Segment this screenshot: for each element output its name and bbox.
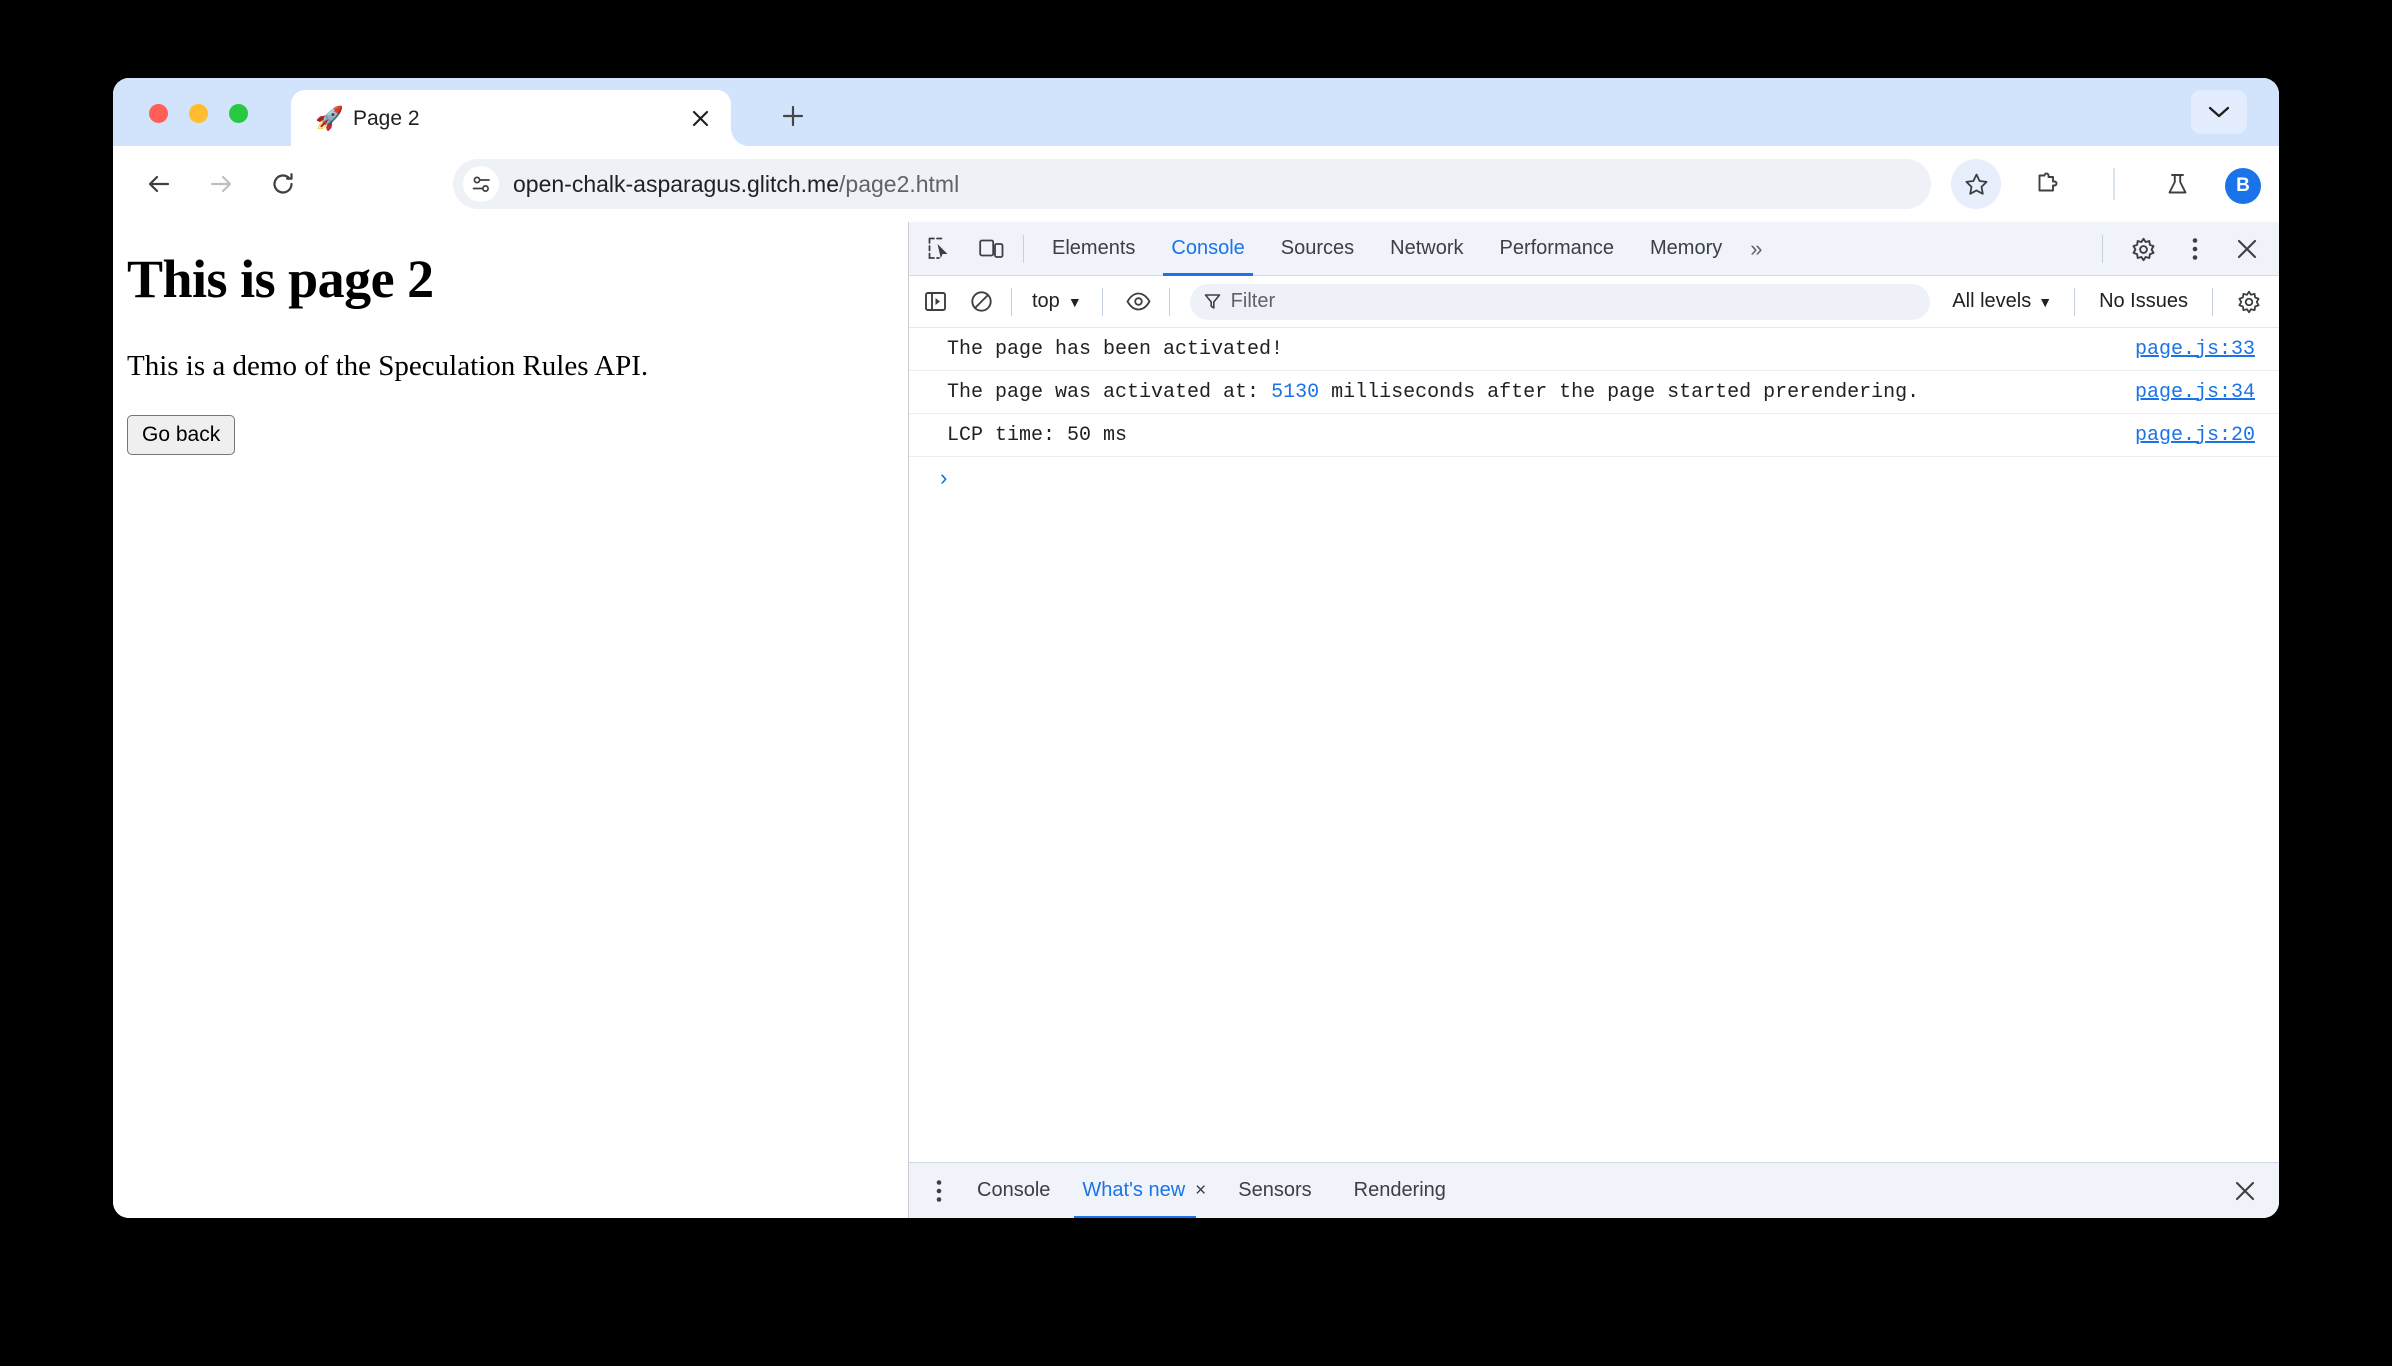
tab-memory[interactable]: Memory bbox=[1632, 222, 1740, 276]
minimize-window-button[interactable] bbox=[189, 104, 208, 123]
console-message-text: The page was activated at: 5130 millisec… bbox=[947, 380, 1920, 404]
devtools-panel: Elements Console Sources Network Perform… bbox=[908, 222, 2279, 1218]
browser-tab[interactable]: 🚀 Page 2 bbox=[291, 90, 749, 146]
console-message-text: LCP time: 50 ms bbox=[947, 423, 1128, 447]
rocket-icon: 🚀 bbox=[315, 105, 344, 131]
devtools-tabbar: Elements Console Sources Network Perform… bbox=[909, 222, 2279, 276]
divider bbox=[2212, 287, 2213, 316]
devtools-drawer: Console What's new × Sensors Rendering bbox=[909, 1162, 2279, 1218]
three-dots-vertical-icon[interactable] bbox=[917, 1169, 961, 1213]
console-message[interactable]: The page has been activated! page.js:33 bbox=[909, 328, 2279, 371]
chevron-down-icon[interactable] bbox=[2191, 90, 2247, 134]
tab-label: Memory bbox=[1650, 237, 1723, 259]
drawer-tab-sensors[interactable]: Sensors bbox=[1222, 1163, 1327, 1219]
drawer-tab-label: Console bbox=[977, 1179, 1051, 1201]
console-message-text: The page has been activated! bbox=[947, 337, 1284, 361]
url-host: open-chalk-asparagus.glitch.me bbox=[513, 170, 840, 197]
go-back-button[interactable]: Go back bbox=[127, 415, 236, 455]
page-paragraph: This is a demo of the Speculation Rules … bbox=[127, 350, 649, 382]
divider bbox=[1101, 287, 1103, 316]
drawer-tab-console[interactable]: Console bbox=[961, 1163, 1066, 1219]
url-text: open-chalk-asparagus.glitch.me/page2.htm… bbox=[513, 171, 959, 198]
page-title: This is page 2 bbox=[127, 249, 434, 309]
console-message-source[interactable]: page.js:34 bbox=[2135, 381, 2255, 404]
drawer-tab-label: Rendering bbox=[1353, 1179, 1446, 1201]
flask-icon[interactable] bbox=[2155, 162, 2199, 206]
reload-button[interactable] bbox=[261, 162, 305, 206]
log-levels-selector[interactable]: All levels ▼ bbox=[1940, 290, 2064, 313]
gear-icon[interactable] bbox=[2229, 282, 2269, 322]
tab-title: Page 2 bbox=[353, 107, 420, 130]
tab-label: Elements bbox=[1052, 237, 1136, 259]
window-controls bbox=[149, 104, 248, 123]
divider bbox=[1023, 234, 1024, 263]
issues-status[interactable]: No Issues bbox=[2085, 290, 2202, 313]
tab-performance[interactable]: Performance bbox=[1482, 222, 1633, 276]
gear-icon[interactable] bbox=[2121, 227, 2165, 271]
chevron-down-icon: ▼ bbox=[1067, 293, 1082, 310]
star-icon[interactable] bbox=[1951, 159, 2001, 209]
console-message[interactable]: LCP time: 50 ms page.js:20 bbox=[909, 414, 2279, 457]
divider bbox=[1011, 287, 1012, 316]
drawer-tab-rendering[interactable]: Rendering bbox=[1328, 1163, 1462, 1219]
context-label: top bbox=[1032, 290, 1060, 312]
page-viewport: This is page 2 This is a demo of the Spe… bbox=[113, 222, 908, 1218]
levels-label: All levels bbox=[1952, 290, 2032, 312]
tab-label: Performance bbox=[1499, 237, 1615, 259]
forward-button[interactable] bbox=[199, 162, 243, 206]
close-icon[interactable] bbox=[2227, 1173, 2263, 1209]
url-path: /page2.html bbox=[839, 170, 960, 197]
console-messages: The page has been activated! page.js:33 … bbox=[909, 328, 2279, 1162]
content-area: This is page 2 This is a demo of the Spe… bbox=[113, 222, 2279, 1218]
console-toolbar: top ▼ Filter All levels ▼ No Issues bbox=[909, 276, 2279, 328]
console-input-prompt[interactable]: › bbox=[909, 457, 2279, 501]
tab-label: Network bbox=[1390, 237, 1464, 259]
console-message-source[interactable]: page.js:20 bbox=[2135, 424, 2255, 447]
more-tabs-icon[interactable]: » bbox=[1740, 222, 1772, 276]
browser-window: 🚀 Page 2 open-chalk-asparagus.glitch.me/… bbox=[113, 78, 2279, 1218]
tab-console[interactable]: Console bbox=[1153, 222, 1262, 276]
divider bbox=[2102, 235, 2103, 263]
filter-input[interactable]: Filter bbox=[1189, 283, 1931, 320]
maximize-window-button[interactable] bbox=[229, 104, 248, 123]
filter-placeholder: Filter bbox=[1230, 290, 1276, 312]
divider bbox=[1168, 287, 1170, 316]
close-window-button[interactable] bbox=[149, 104, 168, 123]
divider bbox=[2074, 287, 2076, 316]
drawer-tab-label: Sensors bbox=[1238, 1179, 1312, 1201]
execution-context-selector[interactable]: top ▼ bbox=[1022, 290, 1092, 313]
drawer-tab-whats-new[interactable]: What's new × bbox=[1066, 1163, 1222, 1218]
eye-icon[interactable] bbox=[1119, 282, 1159, 322]
back-button[interactable] bbox=[137, 162, 181, 206]
new-tab-button[interactable] bbox=[773, 96, 813, 136]
prompt-caret: › bbox=[937, 466, 951, 492]
tab-label: Console bbox=[1171, 237, 1245, 259]
site-settings-icon[interactable] bbox=[463, 166, 499, 202]
close-icon[interactable]: × bbox=[1195, 1180, 1206, 1202]
toolbar-divider bbox=[2113, 168, 2115, 200]
console-sidebar-icon[interactable] bbox=[915, 282, 955, 322]
filter-icon bbox=[1204, 293, 1221, 310]
tab-label: Sources bbox=[1280, 237, 1355, 259]
chevron-down-icon: ▼ bbox=[2038, 293, 2053, 310]
three-dots-vertical-icon[interactable] bbox=[2173, 227, 2217, 271]
close-icon[interactable] bbox=[687, 105, 713, 131]
address-bar[interactable]: open-chalk-asparagus.glitch.me/page2.htm… bbox=[453, 159, 1931, 209]
browser-toolbar: open-chalk-asparagus.glitch.me/page2.htm… bbox=[113, 146, 2279, 222]
avatar[interactable]: B bbox=[2225, 168, 2261, 204]
inspect-element-icon[interactable] bbox=[917, 227, 961, 271]
puzzle-icon[interactable] bbox=[2025, 162, 2069, 206]
tab-network[interactable]: Network bbox=[1372, 222, 1481, 276]
console-message[interactable]: The page was activated at: 5130 millisec… bbox=[909, 371, 2279, 414]
device-toolbar-icon[interactable] bbox=[969, 227, 1013, 271]
tab-sources[interactable]: Sources bbox=[1263, 222, 1372, 276]
console-message-source[interactable]: page.js:33 bbox=[2135, 338, 2255, 361]
drawer-tab-label: What's new bbox=[1082, 1179, 1186, 1201]
close-icon[interactable] bbox=[2225, 227, 2269, 271]
tab-elements[interactable]: Elements bbox=[1034, 222, 1153, 276]
devtools-tabbar-actions bbox=[2092, 222, 2269, 276]
clear-console-icon[interactable] bbox=[961, 282, 1001, 322]
tab-strip: 🚀 Page 2 bbox=[113, 78, 2279, 146]
